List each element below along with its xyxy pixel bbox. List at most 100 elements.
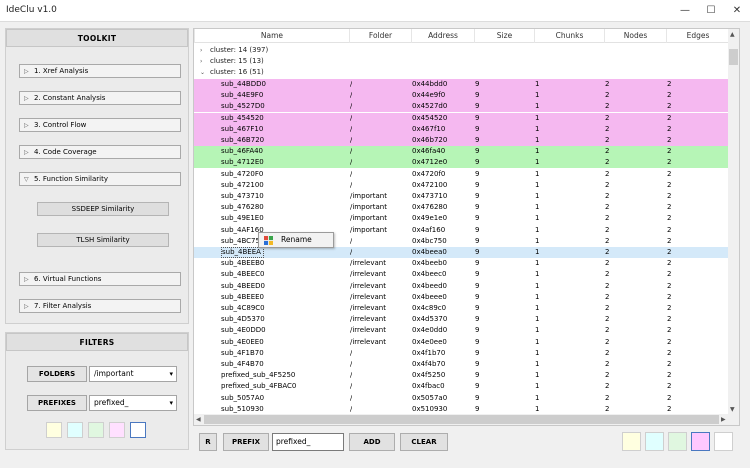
cell-chunks: 1 — [535, 259, 540, 268]
vertical-scrollbar[interactable]: ▲ ▼ — [728, 29, 739, 416]
cell-address: 0x4af160 — [412, 225, 446, 234]
table-row[interactable]: sub_467F10 / 0x467f10 9 1 2 2 — [194, 123, 729, 135]
cell-size: 9 — [475, 360, 480, 368]
scroll-down-icon[interactable]: ▼ — [730, 406, 735, 413]
table-row[interactable]: sub_4F1B70 / 0x4f1b70 9 1 2 2 — [194, 348, 729, 359]
cell-edges: 2 — [667, 147, 672, 156]
chevron-down-icon: ▾ — [169, 370, 173, 378]
column-header-folder[interactable]: Folder — [349, 29, 411, 43]
cell-nodes: 2 — [605, 158, 610, 167]
table-row[interactable]: prefixed_sub_4F5250 / 0x4f5250 9 1 2 2 — [194, 370, 729, 381]
filter-color-swatch[interactable] — [109, 422, 125, 438]
table-row[interactable]: sub_473710/important 0x473710 9 1 2 2 — [194, 191, 729, 202]
prefix-input[interactable]: prefixed_ — [272, 433, 344, 451]
table-row[interactable]: sub_4BEEA / 0x4beea0 9 1 2 2 — [194, 247, 729, 258]
cell-edges: 2 — [667, 203, 672, 212]
table-row[interactable]: sub_4720F0 / 0x4720f0 9 1 2 2 — [194, 169, 729, 180]
table-row[interactable]: sub_472100 / 0x472100 9 1 2 2 — [194, 180, 729, 191]
table-row[interactable]: sub_4BEEC0/irrelevant 0x4beec0 9 1 2 2 — [194, 269, 729, 280]
column-header-name[interactable]: Name — [194, 29, 349, 43]
toolkit-item-virtual-functions[interactable]: ▷ 6. Virtual Functions — [19, 272, 181, 286]
column-header-size[interactable]: Size — [474, 29, 534, 43]
table-row[interactable]: sub_49E1E0/important 0x49e1e0 9 1 2 2 — [194, 213, 729, 224]
table-row[interactable]: sub_4BEEB0/irrelevant 0x4beeb0 9 1 2 2 — [194, 258, 729, 269]
toolkit-item-code-coverage[interactable]: ▷ 4. Code Coverage — [19, 145, 181, 159]
table-row[interactable]: sub_4712E0 / 0x4712e0 9 1 2 2 — [194, 157, 729, 169]
column-header-address[interactable]: Address — [411, 29, 474, 43]
toolkit-item-constant-analysis[interactable]: ▷ 2. Constant Analysis — [19, 91, 181, 105]
cell-address: 0x4beeb0 — [412, 259, 448, 268]
table-row[interactable]: sub_4D5370/irrelevant 0x4d5370 9 1 2 2 — [194, 314, 729, 325]
maximize-button[interactable]: ☐ — [698, 0, 724, 22]
r-button[interactable]: R — [199, 433, 217, 451]
prefix-label: PREFIX — [223, 433, 269, 451]
table-row[interactable]: sub_44BDD0 / 0x44bdd0 9 1 2 2 — [194, 79, 729, 90]
tlsh-similarity-button[interactable]: TLSH Similarity — [37, 233, 169, 247]
toolkit-item-control-flow[interactable]: ▷ 3. Control Flow — [19, 118, 181, 132]
horizontal-scroll-thumb[interactable] — [204, 415, 719, 424]
cell-chunks: 1 — [535, 236, 540, 245]
cell-nodes: 2 — [605, 248, 610, 256]
table-row[interactable]: sub_4E0DD0/irrelevant 0x4e0dd0 9 1 2 2 — [194, 325, 729, 336]
table-row[interactable]: sub_4C89C0/irrelevant 0x4c89c0 9 1 2 2 — [194, 303, 729, 314]
column-header-nodes[interactable]: Nodes — [604, 29, 666, 43]
column-header-chunks[interactable]: Chunks — [534, 29, 604, 43]
table-row[interactable]: sub_46B720 / 0x46b720 9 1 2 2 — [194, 135, 729, 146]
add-button[interactable]: ADD — [349, 433, 395, 451]
minimize-button[interactable]: — — [672, 0, 698, 22]
clear-button[interactable]: CLEAR — [400, 433, 448, 451]
chevron-right-icon: ▷ — [24, 303, 29, 310]
table-row[interactable]: sub_4F4B70 / 0x4f4b70 9 1 2 2 — [194, 359, 729, 370]
toolkit-item-filter-analysis[interactable]: ▷ 7. Filter Analysis — [19, 299, 181, 313]
table-row[interactable]: sub_5057A0 / 0x5057a0 9 1 2 2 — [194, 393, 729, 404]
table-row[interactable]: prefixed_sub_4FBAC0 / 0x4fbac0 9 1 2 2 — [194, 381, 729, 392]
cell-folder: /irrelevant — [350, 259, 386, 268]
row-color-swatch[interactable] — [714, 432, 733, 451]
table-row[interactable]: sub_44E9F0 / 0x44e9f0 9 1 2 2 — [194, 90, 729, 102]
row-color-swatch[interactable] — [668, 432, 687, 451]
table-row[interactable]: sub_46FA40 / 0x46fa40 9 1 2 2 — [194, 146, 729, 158]
cell-name: sub_4527D0 — [221, 102, 265, 111]
chevron-right-icon: ▷ — [24, 95, 29, 102]
cell-nodes: 2 — [605, 371, 610, 380]
table-row[interactable]: sub_4527D0 / 0x4527d0 9 1 2 2 — [194, 101, 729, 113]
cell-nodes: 2 — [605, 281, 610, 290]
row-color-swatch[interactable] — [622, 432, 641, 451]
filter-color-swatch[interactable] — [46, 422, 62, 438]
table-row[interactable]: sub_4BEED0/irrelevant 0x4beed0 9 1 2 2 — [194, 281, 729, 292]
cluster-row-16[interactable]: ⌄ cluster: 16 (51) — [194, 67, 264, 78]
cell-chunks: 1 — [535, 292, 540, 301]
filter-color-swatch[interactable] — [67, 422, 83, 438]
filter-color-swatch[interactable] — [130, 422, 146, 438]
table-row[interactable]: sub_454520 / 0x454520 9 1 2 2 — [194, 112, 729, 124]
column-header-edges[interactable]: Edges — [666, 29, 729, 43]
cell-address: 0x4d5370 — [412, 315, 448, 324]
context-menu-rename[interactable]: Rename — [258, 232, 334, 248]
close-button[interactable]: ✕ — [724, 0, 750, 22]
table-row[interactable]: sub_476280/important 0x476280 9 1 2 2 — [194, 202, 729, 213]
cell-edges: 2 — [667, 292, 672, 301]
table-row[interactable]: sub_4E0EE0/irrelevant 0x4e0ee0 9 1 2 2 — [194, 337, 729, 348]
cell-folder: /irrelevant — [350, 270, 386, 279]
filter-color-swatch[interactable] — [88, 422, 104, 438]
cell-folder: / — [350, 236, 353, 245]
cell-address: 0x4fbac0 — [412, 382, 445, 391]
cluster-row-14[interactable]: › cluster: 14 (397) — [194, 45, 268, 56]
table-row[interactable]: sub_4BEEE0/irrelevant 0x4beee0 9 1 2 2 — [194, 292, 729, 303]
cell-name: sub_467F10 — [221, 124, 264, 133]
cluster-row-15[interactable]: › cluster: 15 (13) — [194, 56, 264, 67]
cell-folder: /important — [350, 203, 387, 212]
row-color-swatch[interactable] — [691, 432, 710, 451]
scroll-right-icon[interactable]: ▶ — [721, 416, 726, 423]
vertical-scroll-thumb[interactable] — [729, 49, 738, 65]
ssdeep-similarity-button[interactable]: SSDEEP Similarity — [37, 202, 169, 216]
scroll-left-icon[interactable]: ◀ — [196, 416, 201, 423]
cell-nodes: 2 — [605, 393, 610, 402]
horizontal-scrollbar[interactable]: ◀ ▶ — [194, 414, 739, 425]
toolkit-item-xref-analysis[interactable]: ▷ 1. Xref Analysis — [19, 64, 181, 78]
scroll-up-icon[interactable]: ▲ — [730, 31, 735, 38]
folders-select[interactable]: /important ▾ — [89, 366, 177, 382]
row-color-swatch[interactable] — [645, 432, 664, 451]
toolkit-item-function-similarity[interactable]: ▽ 5. Function Similarity — [19, 172, 181, 186]
prefixes-select[interactable]: prefixed_ ▾ — [89, 395, 177, 411]
